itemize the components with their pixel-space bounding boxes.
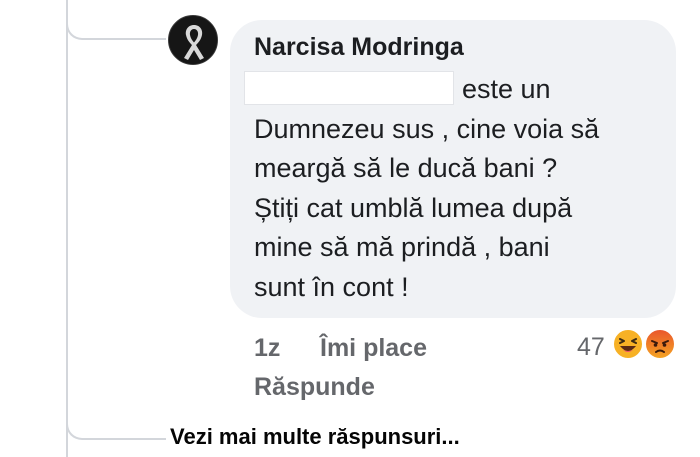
comment-text-line: Știți cat umblă lumea după — [254, 193, 573, 223]
comment-text-line: sunt în cont ! — [254, 272, 409, 302]
thread-more-line — [66, 400, 166, 440]
comment-text-line: mine să mă prindă , bani — [254, 232, 550, 262]
reaction-count[interactable]: 47 — [577, 333, 605, 362]
angry-reaction-icon[interactable] — [644, 328, 676, 360]
comment-text-line: meargă să le ducă bani ? — [254, 153, 558, 183]
reply-button[interactable]: Răspunde — [254, 373, 375, 402]
like-button[interactable]: Îmi place — [320, 334, 427, 363]
redacted-text — [244, 71, 454, 105]
avatar[interactable] — [168, 15, 218, 65]
comment-text-line: este un — [462, 74, 551, 104]
mourning-ribbon-icon — [169, 16, 217, 64]
comment-author[interactable]: Narcisa Modringa — [254, 33, 464, 62]
thread-branch-line — [66, 0, 166, 40]
view-more-replies-link[interactable]: Vezi mai multe răspunsuri... — [170, 424, 460, 450]
thread-connector-line — [66, 0, 68, 457]
comment-timestamp[interactable]: 1z — [254, 334, 280, 363]
comment-text-line: Dumnezeu sus , cine voia să — [254, 114, 600, 144]
comment-thread: Narcisa Modringa este un Dumnezeu sus , … — [0, 0, 700, 457]
haha-reaction-icon[interactable] — [612, 328, 644, 360]
